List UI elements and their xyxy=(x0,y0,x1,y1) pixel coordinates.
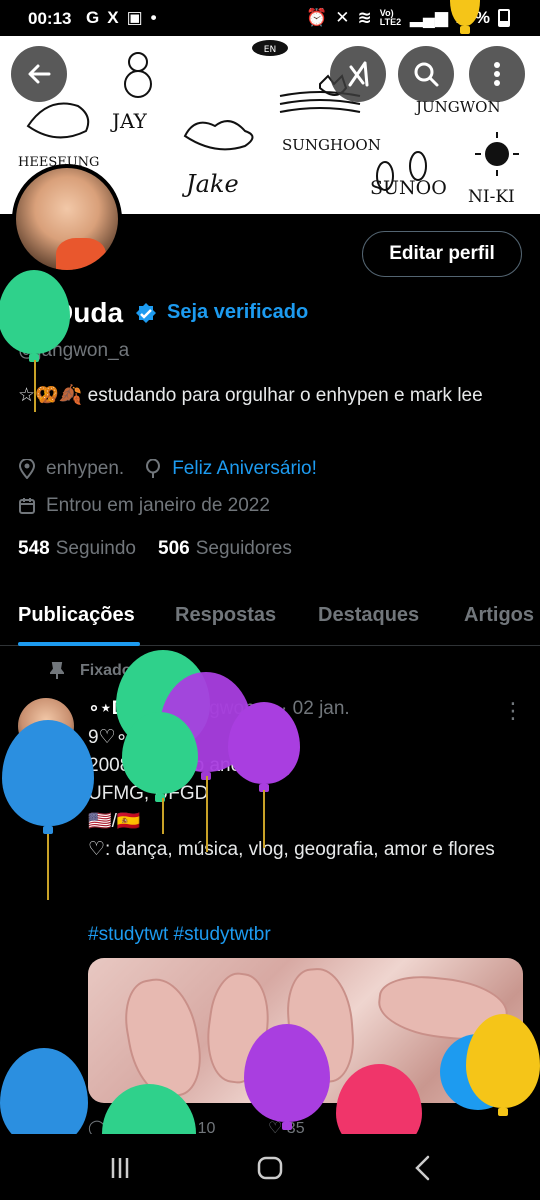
tab-articles[interactable]: Artigos xyxy=(464,604,534,627)
x-icon: X xyxy=(107,8,119,27)
post-hashtags[interactable]: #studytwt #studytwtbr xyxy=(88,924,271,946)
banner-name-jay: JAY xyxy=(110,109,148,133)
calendar-icon xyxy=(19,498,35,514)
status-time: 00:13 xyxy=(28,9,72,28)
mute-icon: ✕ xyxy=(335,8,350,27)
signal-icon: ▂▄▆ xyxy=(409,8,448,27)
followers-link[interactable]: 506 Seguidores xyxy=(158,538,292,560)
post-line: 🇺🇸/🇪🇸 xyxy=(88,811,141,832)
joined-row: Entrou em janeiro de 2022 xyxy=(18,495,270,517)
balloon-icon xyxy=(228,702,300,792)
balloon-icon xyxy=(466,1014,540,1116)
system-icons: ⏰ ✕ ≋ Vo) LTE2 ▂▄▆ 20% xyxy=(306,8,510,28)
banner-name-sunoo: SUNOO xyxy=(370,177,447,199)
follow-stats: 548 Seguindo 506 Seguidores xyxy=(18,538,292,560)
profile-bio: ☆🥨🍂 estudando para orgulhar o enhypen e … xyxy=(18,385,483,406)
following-label: Seguindo xyxy=(55,538,136,559)
balloon-icon xyxy=(0,270,70,362)
google-icon: G xyxy=(86,8,100,27)
get-verified-link[interactable]: Seja verificado xyxy=(167,301,308,324)
balloon-string xyxy=(263,790,265,848)
wifi-icon: ≋ xyxy=(357,8,372,27)
tab-posts[interactable]: Publicações xyxy=(18,604,135,627)
balloon-icon xyxy=(244,1024,330,1130)
pin-icon xyxy=(50,662,64,679)
alarm-icon: ⏰ xyxy=(306,8,328,27)
grok-button[interactable] xyxy=(330,46,386,102)
birthday-link[interactable]: Feliz Aniversário! xyxy=(172,458,317,480)
balloon-icon xyxy=(122,712,198,802)
following-count: 548 xyxy=(18,538,50,559)
system-nav-bar xyxy=(0,1134,540,1200)
location-text: enhypen. xyxy=(46,458,125,479)
balloon-icon xyxy=(146,459,161,478)
balloon-string xyxy=(34,360,36,412)
post-line: ♡: dança, música, vlog, geografia, amor … xyxy=(88,839,495,860)
followers-label: Seguidores xyxy=(195,538,292,559)
grok-icon xyxy=(348,61,369,87)
banner-name-jake: Jake xyxy=(181,170,239,198)
profile-avatar[interactable] xyxy=(12,164,122,274)
back-button[interactable] xyxy=(11,46,67,102)
profile-meta-row: enhypen. Feliz Aniversário! xyxy=(18,458,317,480)
banner-name-sunghoon: SUNGHOON xyxy=(282,136,381,154)
edit-profile-button[interactable]: Editar perfil xyxy=(362,231,522,277)
home-icon[interactable] xyxy=(257,1155,283,1181)
followers-count: 506 xyxy=(158,538,190,559)
following-link[interactable]: 548 Seguindo xyxy=(18,538,136,560)
banner-badge: EN xyxy=(264,45,276,55)
balloon-icon xyxy=(0,1048,88,1156)
balloon-icon xyxy=(2,720,94,834)
balloon-string xyxy=(206,776,208,852)
gallery-icon: ▣ xyxy=(126,8,143,27)
search-button[interactable] xyxy=(398,46,454,102)
notification-icons: G X ▣ • xyxy=(86,8,157,28)
avatar-detail xyxy=(56,238,106,270)
profile-tabs: Publicações Respostas Destaques Artigos xyxy=(0,590,540,646)
image-detail xyxy=(118,972,208,1103)
back-nav-icon[interactable] xyxy=(413,1155,431,1181)
more-vertical-icon xyxy=(494,62,500,86)
tab-replies[interactable]: Respostas xyxy=(175,604,276,627)
location-icon xyxy=(18,459,36,479)
network-label: Vo) LTE2 xyxy=(379,8,402,27)
balloon-string xyxy=(162,798,164,834)
balloon-string xyxy=(47,834,49,900)
active-tab-indicator xyxy=(18,642,140,646)
post-more-icon[interactable]: ⋮ xyxy=(502,698,524,724)
dot-icon: • xyxy=(150,8,157,27)
more-options-button[interactable] xyxy=(469,46,525,102)
battery-icon xyxy=(498,9,510,27)
tab-highlights[interactable]: Destaques xyxy=(318,604,419,627)
back-arrow-icon xyxy=(28,64,51,84)
banner-name-niki: NI-KI xyxy=(468,187,515,207)
joined-text: Entrou em janeiro de 2022 xyxy=(46,495,270,516)
recent-apps-icon[interactable] xyxy=(108,1156,132,1180)
pinned-indicator: Fixado xyxy=(50,662,132,680)
verified-badge-icon xyxy=(136,303,156,323)
search-icon xyxy=(414,62,439,87)
